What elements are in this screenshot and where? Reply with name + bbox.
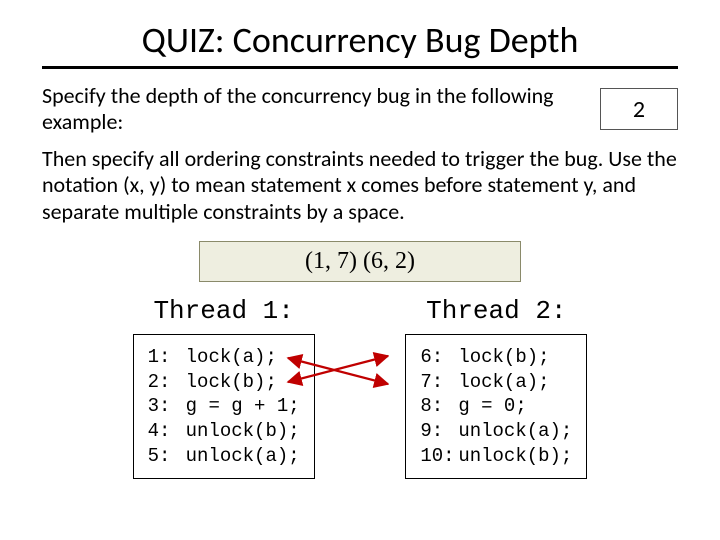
constraints-answer-box: (1, 7) (6, 2) [199,241,521,282]
thread-1-title: Thread 1: [153,296,293,326]
code-text: lock(b); [186,371,277,393]
thread-1-code: 1:lock(a); 2:lock(b); 3:g = g + 1; 4:unl… [133,334,315,479]
line-number: 9: [420,419,458,444]
code-text: unlock(a); [186,445,300,467]
line-number: 7: [420,370,458,395]
constraints-prompt: Then specify all ordering constraints ne… [42,146,678,225]
thread-1-code-wrap: 1:lock(a); 2:lock(b); 3:g = g + 1; 4:unl… [133,334,315,479]
slide-title: QUIZ: Concurrency Bug Depth [42,18,678,62]
code-text: g = g + 1; [186,395,300,417]
depth-prompt: Specify the depth of the concurrency bug… [42,83,570,136]
thread-1-column: Thread 1: 1:lock(a); 2:lock(b); 3:g = g … [133,296,315,479]
line-number: 2: [148,370,186,395]
code-text: unlock(b); [186,420,300,442]
line-number: 4: [148,419,186,444]
code-text: lock(a); [186,346,277,368]
line-number: 6: [420,345,458,370]
thread-2-title: Thread 2: [426,296,566,326]
line-number: 3: [148,394,186,419]
code-text: unlock(a); [458,420,572,442]
depth-row: Specify the depth of the concurrency bug… [42,83,678,136]
line-number: 1: [148,345,186,370]
line-number: 5: [148,444,186,469]
line-number: 8: [420,394,458,419]
threads-container: Thread 1: 1:lock(a); 2:lock(b); 3:g = g … [42,296,678,479]
title-divider [42,66,678,69]
depth-answer-box: 2 [600,88,678,130]
slide: QUIZ: Concurrency Bug Depth Specify the … [0,0,720,540]
line-number: 10: [420,444,458,469]
code-text: lock(a); [458,371,549,393]
code-text: g = 0; [458,395,526,417]
code-text: lock(b); [458,346,549,368]
thread-2-column: Thread 2: 6:lock(b); 7:lock(a); 8:g = 0;… [405,296,587,479]
thread-2-code: 6:lock(b); 7:lock(a); 8:g = 0; 9:unlock(… [405,334,587,479]
depth-answer-value: 2 [633,95,645,124]
code-text: unlock(b); [458,445,572,467]
constraints-answer-value: (1, 7) (6, 2) [305,248,415,274]
